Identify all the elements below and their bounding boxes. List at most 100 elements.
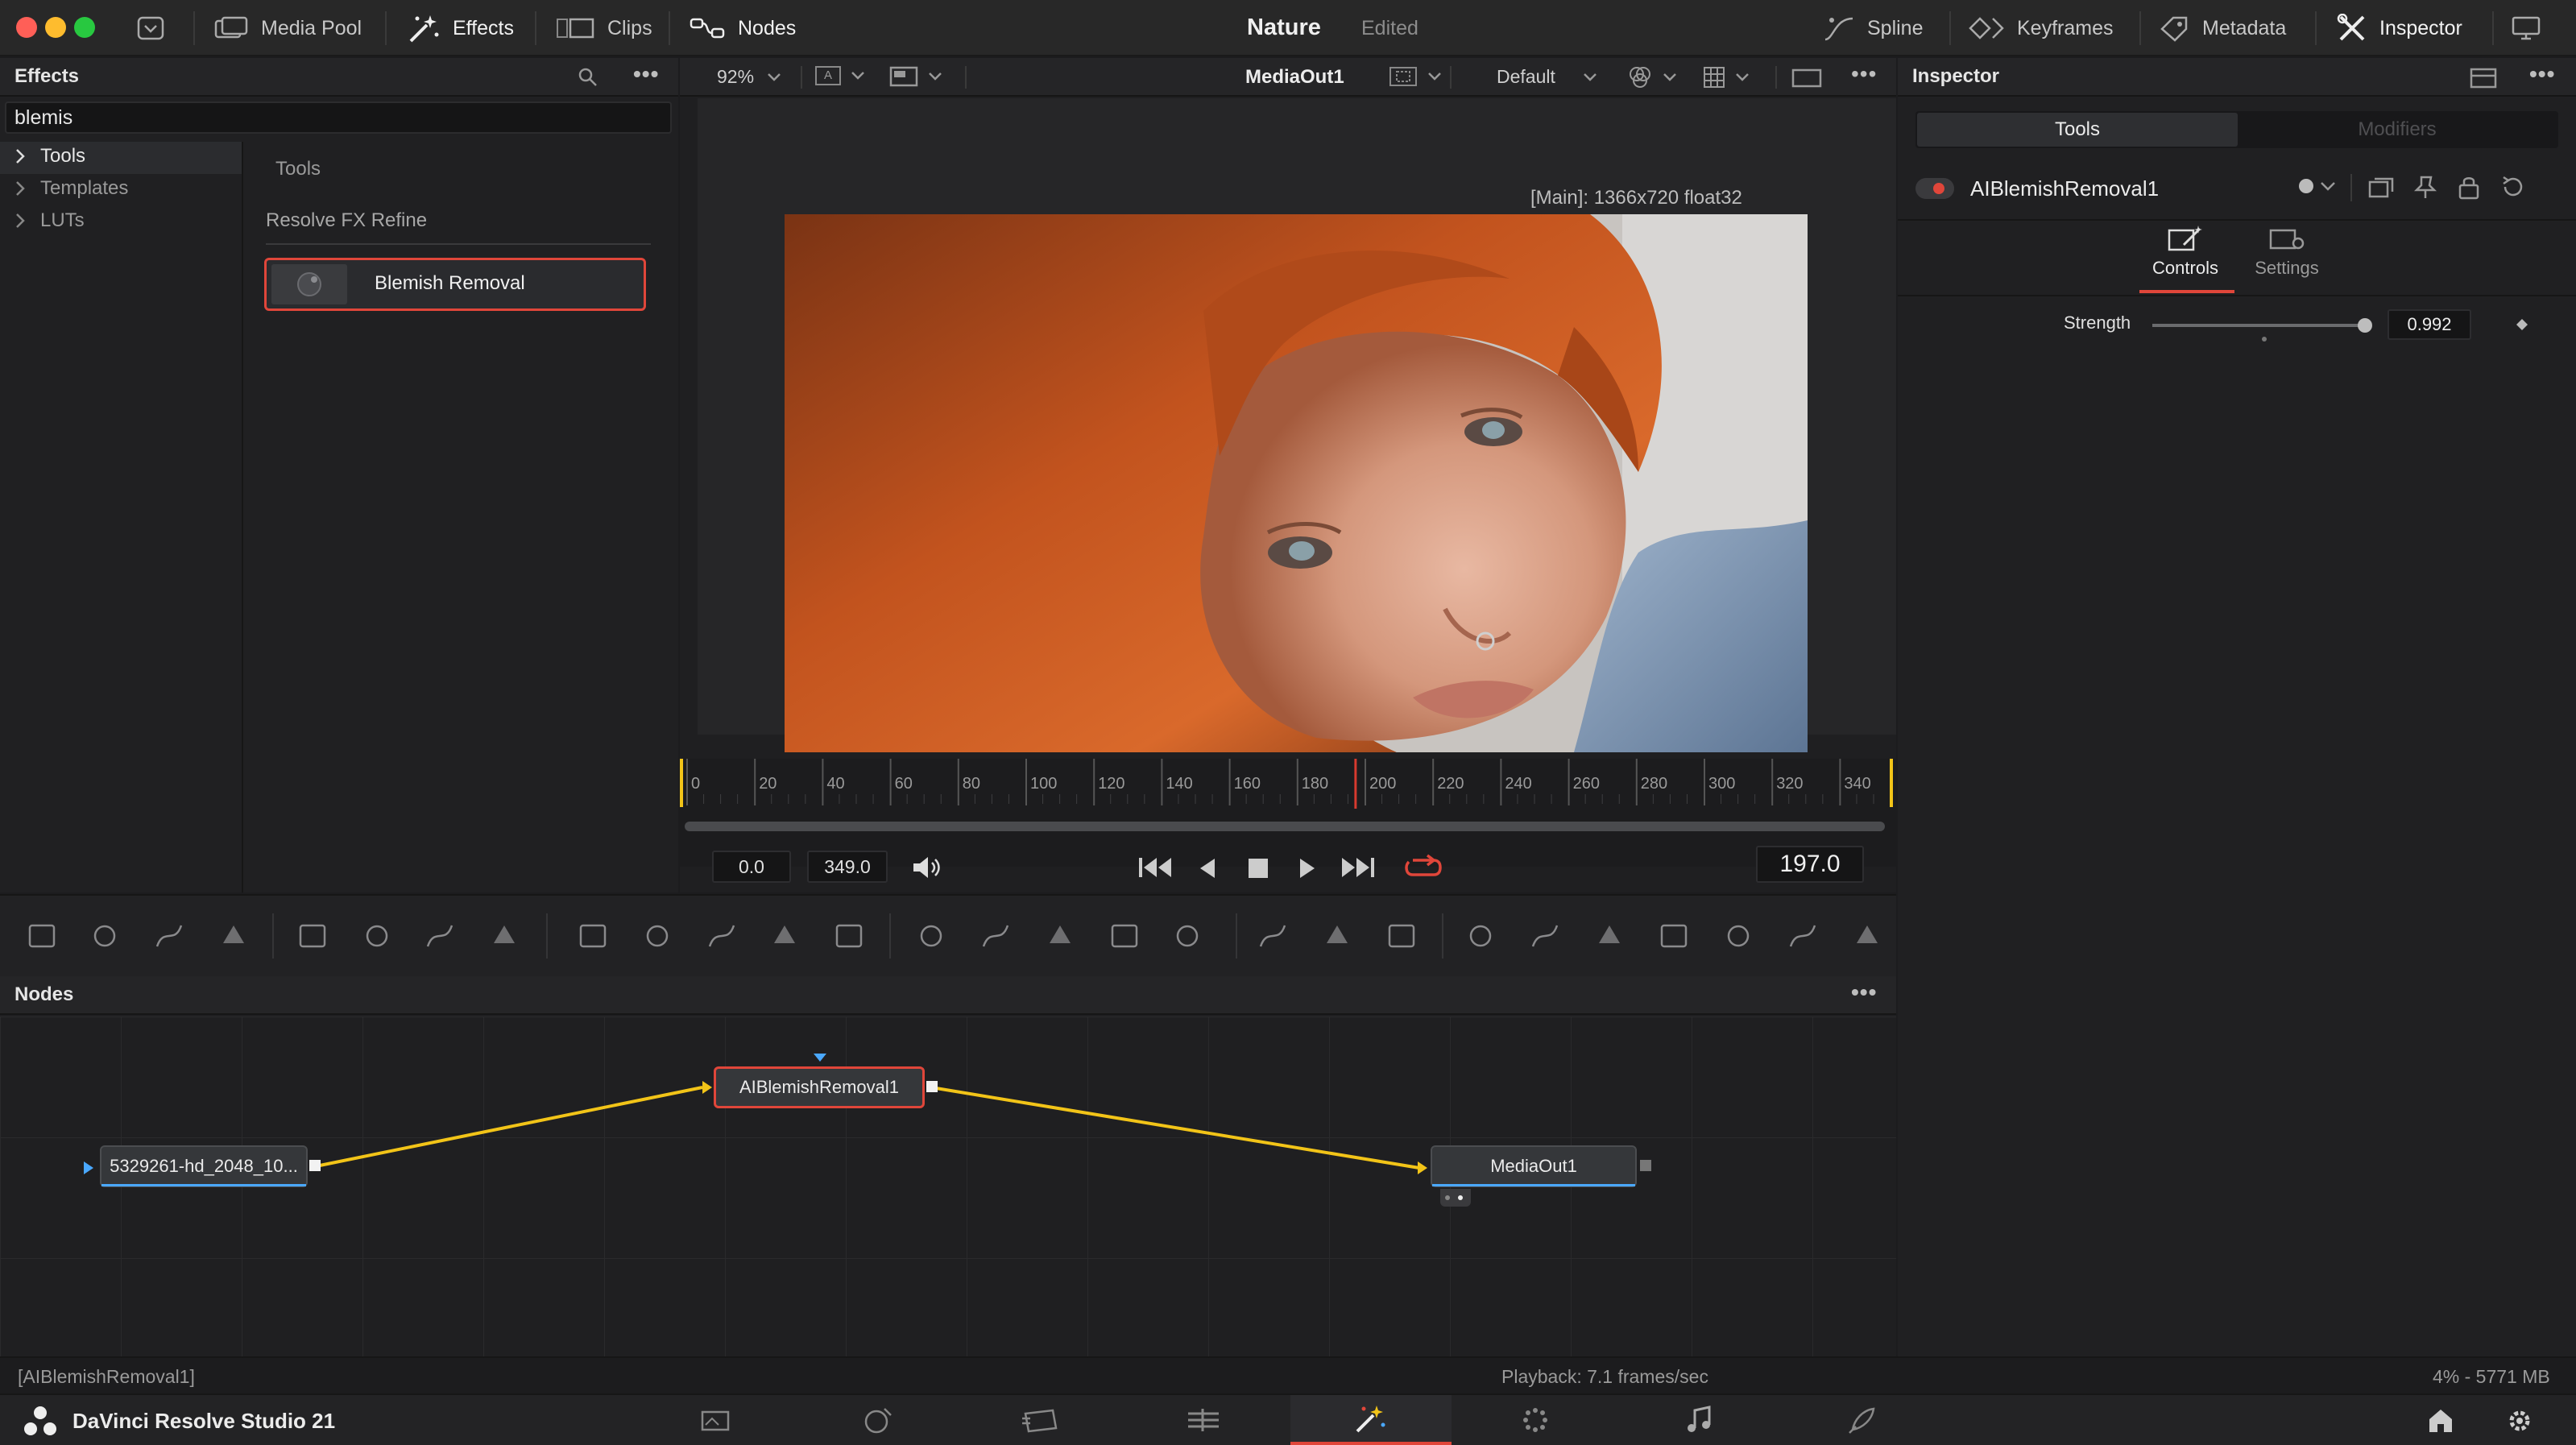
tree-item-luts[interactable]: LUTs <box>14 209 85 232</box>
ellipse-mask-tool-icon[interactable] <box>979 919 1013 953</box>
grid-guides-dropdown[interactable] <box>1703 66 1750 89</box>
tree-item-templates[interactable]: Templates <box>14 177 128 200</box>
effects-button[interactable]: Effects <box>406 0 514 56</box>
spline-button[interactable]: Spline <box>1822 0 1924 56</box>
channel-booleans-tool-icon[interactable] <box>640 919 674 953</box>
nodes-options-menu-icon[interactable]: ••• <box>1851 979 1877 1005</box>
clips-button[interactable]: Clips <box>556 0 652 56</box>
workspace-dropdown-button[interactable] <box>137 0 164 56</box>
node-ai-blemish-removal[interactable]: AIBlemishRemoval1 <box>714 1066 925 1108</box>
settings-icon[interactable] <box>2505 1406 2534 1435</box>
shape-3d-tool-icon[interactable] <box>1464 919 1497 953</box>
color-channel-dropdown[interactable] <box>1627 64 1677 90</box>
strength-slider-knob[interactable] <box>2357 318 2372 333</box>
background-tool-icon[interactable] <box>25 919 59 953</box>
particle-style-tool-icon[interactable] <box>1385 919 1418 953</box>
tree-item-tools[interactable]: Tools <box>14 145 85 168</box>
blur-tool-icon[interactable] <box>487 919 521 953</box>
fast-noise-tool-icon[interactable] <box>88 919 122 953</box>
wave-warp-tool-icon[interactable] <box>1170 919 1204 953</box>
nodes-panel[interactable]: Nodes ••• 5329261-hd_2048_10... AIBlemis… <box>0 976 1896 1356</box>
lut-dropdown[interactable]: Default <box>1497 66 1597 88</box>
inspector-options-menu-icon[interactable]: ••• <box>2529 61 2555 87</box>
current-frame-field[interactable]: 197.0 <box>1756 846 1864 883</box>
step-back-icon[interactable] <box>1197 857 1218 880</box>
color-corrector-tool-icon[interactable] <box>423 919 457 953</box>
polygon-mask-tool-icon[interactable] <box>1043 919 1077 953</box>
viewer-canvas[interactable]: [Main]: 1366x720 float32 <box>698 98 1896 752</box>
reset-icon[interactable] <box>2500 174 2526 200</box>
close-window-button[interactable] <box>16 17 37 38</box>
maximize-window-button[interactable] <box>74 17 95 38</box>
particle-render-tool-icon[interactable] <box>1320 919 1354 953</box>
page-edit[interactable] <box>960 1395 1121 1445</box>
stop-icon[interactable] <box>1247 857 1269 880</box>
lock-icon[interactable] <box>2457 174 2481 200</box>
node-source-media[interactable]: 5329261-hd_2048_10... <box>100 1145 308 1187</box>
inspector-layout-icon[interactable] <box>2470 68 2497 89</box>
node-output-port[interactable] <box>1640 1160 1651 1171</box>
home-icon[interactable] <box>2426 1406 2455 1434</box>
blemish-removal-effect-item[interactable]: Blemish Removal <box>264 258 646 311</box>
tab-tools[interactable]: Tools <box>1917 113 2238 147</box>
page-deliver[interactable] <box>1782 1395 1943 1445</box>
page-cut[interactable] <box>797 1395 959 1445</box>
minimize-window-button[interactable] <box>45 17 66 38</box>
merge-tool-icon[interactable] <box>576 919 610 953</box>
timeline-scrollbar[interactable] <box>685 822 1885 831</box>
go-to-end-icon[interactable] <box>1340 855 1376 880</box>
page-fairlight-timeline[interactable] <box>1123 1395 1284 1445</box>
paint-tool-icon[interactable] <box>217 919 251 953</box>
viewer-options-menu-icon[interactable]: ••• <box>1851 61 1877 87</box>
media-pool-button[interactable]: Media Pool <box>214 0 362 56</box>
text-tool-icon[interactable] <box>152 919 186 953</box>
node-effect-output-port[interactable] <box>926 1081 938 1092</box>
resize-tool-icon[interactable] <box>768 919 801 953</box>
node-output-viewer-indicator[interactable] <box>1440 1189 1471 1207</box>
nodes-button[interactable]: Nodes <box>690 0 796 56</box>
particle-emitter-tool-icon[interactable] <box>1256 919 1290 953</box>
inspector-button[interactable]: Inspector <box>2336 0 2462 56</box>
buffer-a-dropdown[interactable]: A <box>815 66 865 85</box>
merge-3d-tool-icon[interactable] <box>1528 919 1562 953</box>
speaker-icon[interactable] <box>910 854 942 881</box>
effects-search-input[interactable]: blemis <box>5 101 672 134</box>
roi-dropdown[interactable] <box>1389 66 1442 87</box>
text-3d-tool-icon[interactable] <box>1592 919 1626 953</box>
tab-modifiers[interactable]: Modifiers <box>2238 113 2557 147</box>
subtab-controls[interactable]: Controls <box>2138 224 2233 290</box>
viewer-layout-dropdown[interactable] <box>889 66 942 87</box>
keyframes-button[interactable]: Keyframes <box>1969 0 2113 56</box>
effects-options-menu-icon[interactable]: ••• <box>633 61 659 87</box>
viewer-fullscreen-icon[interactable] <box>1791 68 1822 88</box>
chevron-down-icon[interactable] <box>2320 181 2336 193</box>
curves-tool-icon[interactable] <box>360 919 394 953</box>
image-plane-3d-tool-icon[interactable] <box>1850 919 1884 953</box>
render-3d-tool-icon[interactable] <box>1657 919 1691 953</box>
node-media-out[interactable]: MediaOut1 <box>1431 1145 1637 1187</box>
search-icon[interactable] <box>577 66 599 89</box>
tool-color-dot[interactable] <box>2299 179 2313 193</box>
fullscreen-button[interactable] <box>2510 0 2542 56</box>
matte-control-tool-icon[interactable] <box>705 919 739 953</box>
loop-icon[interactable] <box>1405 854 1442 881</box>
go-to-start-icon[interactable] <box>1137 855 1173 880</box>
range-end-field[interactable]: 349.0 <box>807 851 888 883</box>
light-3d-tool-icon[interactable] <box>1786 919 1820 953</box>
strength-value-field[interactable]: 0.992 <box>2388 309 2471 340</box>
transform-tool-icon[interactable] <box>832 919 866 953</box>
page-fairlight[interactable] <box>1619 1395 1780 1445</box>
bspline-mask-tool-icon[interactable] <box>1108 919 1141 953</box>
range-start-field[interactable]: 0.0 <box>712 851 791 883</box>
metadata-button[interactable]: Metadata <box>2159 0 2286 56</box>
page-fusion-active[interactable] <box>1290 1395 1452 1445</box>
particles-tool-icon[interactable] <box>296 919 329 953</box>
versions-icon[interactable] <box>2368 176 2394 200</box>
pin-icon[interactable] <box>2413 174 2437 200</box>
page-media[interactable] <box>635 1395 796 1445</box>
keyframe-diamond-icon[interactable] <box>2515 317 2529 332</box>
rectangle-mask-tool-icon[interactable] <box>914 919 948 953</box>
subtab-settings[interactable]: Settings <box>2239 224 2334 290</box>
camera-3d-tool-icon[interactable] <box>1721 919 1755 953</box>
zoom-dropdown[interactable]: 92% <box>717 66 781 88</box>
